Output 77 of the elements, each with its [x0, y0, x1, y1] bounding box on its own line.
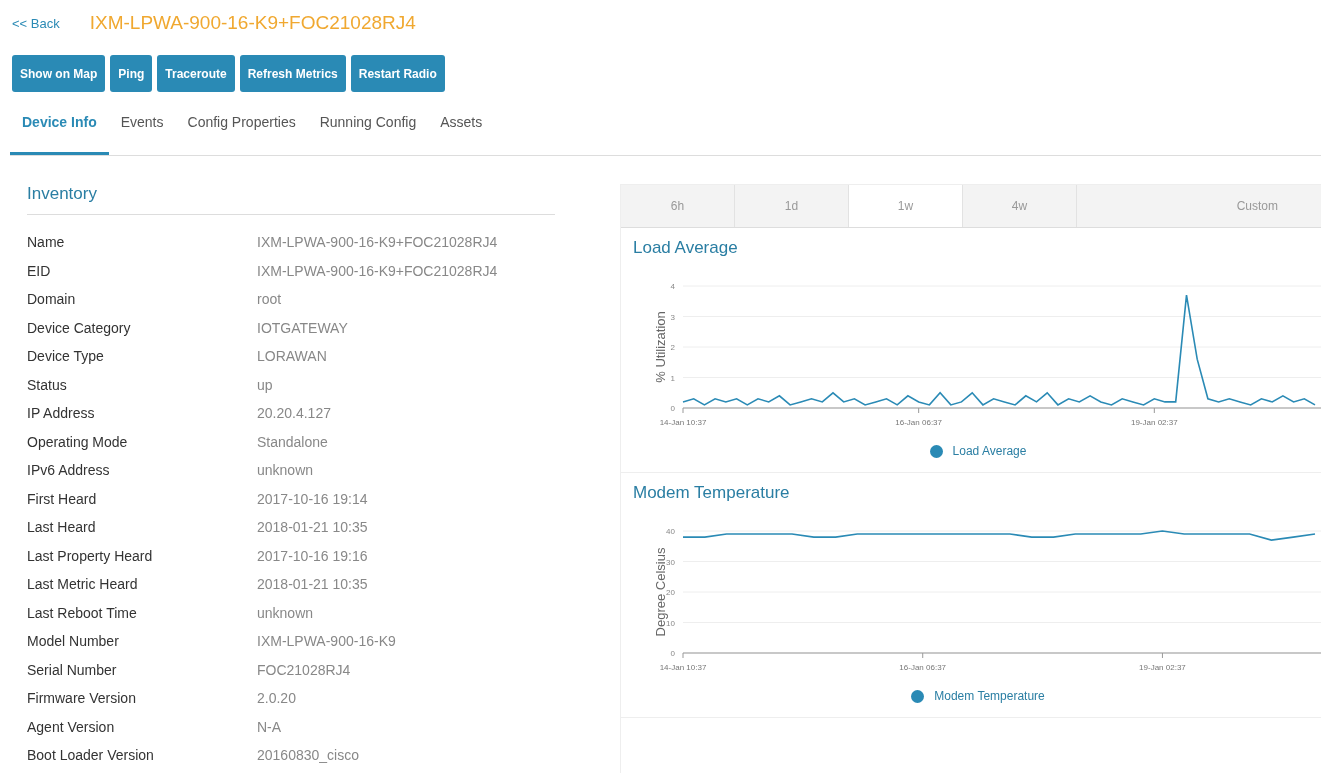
time-range-tab[interactable]: Custom — [1077, 185, 1321, 227]
field-label: Firmware Version — [27, 690, 137, 708]
legend-label: Modem Temperature — [934, 689, 1045, 703]
field-label: Model Number — [27, 633, 120, 651]
section-title: Inventory — [27, 184, 555, 215]
x-tick-label: 14-Jan 10:37 — [659, 663, 707, 672]
time-range-tab[interactable]: 1w — [849, 185, 963, 227]
y-tick-label: 2 — [670, 343, 675, 352]
field-value: up — [257, 376, 274, 395]
field-value: Standalone — [257, 433, 329, 452]
time-range-tab[interactable]: 6h — [621, 185, 735, 227]
back-link[interactable]: << Back — [12, 15, 60, 31]
action-button[interactable]: Show on Map — [12, 55, 106, 92]
time-range-tab[interactable]: 4w — [963, 185, 1077, 227]
field-value: FOC21028RJ4 — [257, 661, 352, 680]
y-tick-label: 40 — [666, 527, 675, 536]
field-label: IP Address — [27, 405, 96, 423]
field-value: root — [257, 291, 283, 309]
field-label: Last Heard — [27, 519, 97, 537]
field-label: IPv6 Address — [27, 462, 111, 480]
field-label: Name — [27, 234, 66, 252]
field-label: Last Reboot Time — [27, 604, 138, 623]
field-value: IXM-LPWA-900-16-K9+FOC21028RJ4 — [257, 234, 499, 252]
x-tick-label: 19-Jan 02:37 — [1130, 418, 1178, 427]
y-tick-label: 1 — [670, 373, 675, 383]
field-value: 2017-10-16 19:14 — [257, 490, 369, 509]
field-label: Last Property Heard — [27, 547, 154, 566]
field-label: Serial Number — [27, 661, 118, 680]
y-axis-label: % Utilization — [653, 311, 668, 383]
tab[interactable]: Assets — [428, 92, 495, 155]
y-tick-label: 30 — [666, 557, 675, 567]
y-tick-label: 20 — [666, 588, 675, 597]
field-label: Last Metric Heard — [27, 576, 139, 594]
field-value: LORAWAN — [257, 348, 328, 366]
tab[interactable]: Device Info — [10, 92, 109, 155]
legend-label: Load Average — [952, 444, 1027, 458]
field-label: EID — [27, 262, 52, 281]
action-button[interactable]: Traceroute — [157, 55, 235, 92]
field-label: Device Category — [27, 319, 132, 338]
field-value: IXM-LPWA-900-16-K9 — [257, 633, 397, 651]
x-tick-label: 19-Jan 02:37 — [1139, 663, 1186, 672]
x-tick-label: 16-Jan 06:37 — [895, 418, 942, 427]
field-value: unknown — [257, 462, 315, 480]
field-value: 2.0.20 — [257, 690, 297, 708]
field-label: Operating Mode — [27, 433, 129, 452]
action-button[interactable]: Ping — [110, 55, 153, 92]
action-button[interactable]: Refresh Metrics — [239, 55, 346, 92]
field-label: Device Type — [27, 348, 105, 366]
chart-title: Load Average — [633, 238, 739, 258]
field-label: Status — [27, 376, 68, 395]
tab[interactable]: Config Properties — [175, 92, 308, 155]
field-value: N-A — [257, 718, 283, 737]
field-label: First Heard — [27, 490, 98, 509]
field-value: IXM-LPWA-900-16-K9+FOC21028RJ4 — [257, 262, 499, 281]
tab[interactable]: Running Config — [307, 92, 429, 155]
field-value: unknown — [257, 604, 315, 623]
x-tick-label: 14-Jan 10:37 — [659, 418, 707, 427]
field-value: 20160830_cisco — [257, 747, 360, 765]
field-value: 2018-01-21 10:35 — [257, 519, 369, 537]
action-button[interactable]: Restart Radio — [350, 55, 445, 92]
device-title: IXM-LPWA-900-16-K9+FOC21028RJ4 — [89, 12, 416, 34]
field-value: 2018-01-21 10:35 — [257, 576, 369, 594]
chart-title: Modem Temperature — [633, 483, 791, 503]
field-label: Agent Version — [27, 718, 116, 737]
field-value: IOTGATEWAY — [257, 319, 349, 338]
y-tick-label: 0 — [670, 404, 675, 413]
field-value: 2017-10-16 19:16 — [257, 547, 369, 566]
tab[interactable]: Events — [108, 92, 176, 155]
y-tick-label: 0 — [670, 649, 675, 658]
field-value: 20.20.4.127 — [257, 405, 332, 423]
y-axis-label: Degree Celsius — [653, 547, 668, 637]
x-tick-label: 16-Jan 06:37 — [899, 663, 947, 672]
y-tick-label: 4 — [670, 282, 675, 291]
field-label: Boot Loader Version — [27, 747, 155, 765]
y-tick-label: 10 — [666, 618, 675, 628]
field-label: Domain — [27, 291, 77, 309]
y-tick-label: 3 — [670, 312, 675, 322]
